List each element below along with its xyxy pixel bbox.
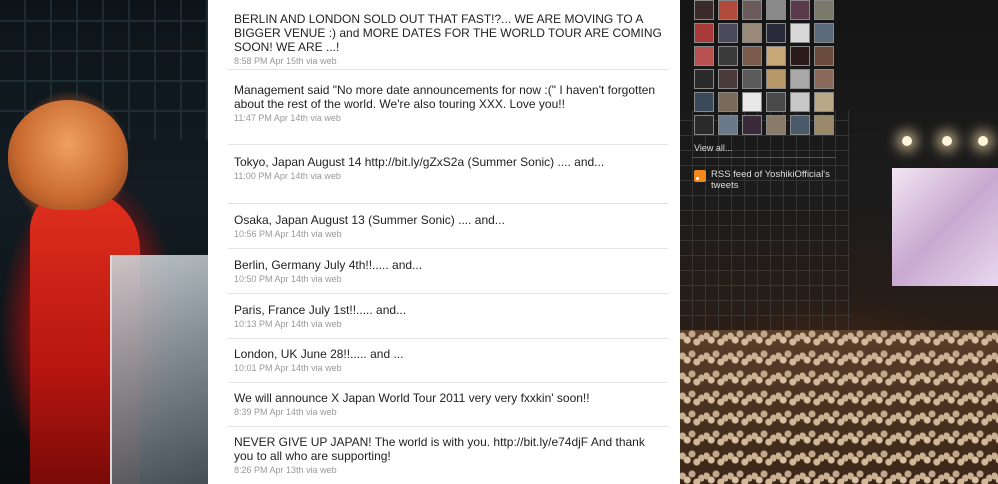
tweet-source: via web	[311, 229, 342, 239]
follower-avatar[interactable]	[766, 92, 786, 112]
tweet-time-link[interactable]: 11:00 PM Apr 14th	[234, 171, 308, 181]
follower-avatar[interactable]	[766, 69, 786, 89]
follower-avatar[interactable]	[718, 23, 738, 43]
tweet-meta: 10:56 PM Apr 14th via web	[234, 229, 664, 239]
tweet-text: NEVER GIVE UP JAPAN! The world is with y…	[234, 435, 645, 463]
follower-avatar[interactable]	[718, 115, 738, 135]
follower-avatar[interactable]	[814, 23, 834, 43]
follower-avatar[interactable]	[790, 92, 810, 112]
follower-avatar[interactable]	[694, 115, 714, 135]
tweet-meta: 10:50 PM Apr 14th via web	[234, 274, 664, 284]
background-stage-light	[902, 136, 912, 146]
tweet-time-link[interactable]: 8:39 PM Apr 14th	[234, 407, 304, 417]
follower-avatar[interactable]	[766, 115, 786, 135]
tweet-item: We will announce X Japan World Tour 2011…	[228, 391, 668, 427]
follower-avatar[interactable]	[742, 0, 762, 20]
follower-avatar[interactable]	[814, 115, 834, 135]
tweet-text: Berlin, Germany July 4th!!..... and...	[234, 258, 423, 272]
tweet-meta: 8:58 PM Apr 15th via web	[234, 56, 664, 66]
tweet-item: London, UK June 28!!..... and ... 10:01 …	[228, 347, 668, 383]
tweet-source: via web	[306, 465, 337, 475]
follower-avatar[interactable]	[694, 46, 714, 66]
follower-avatar[interactable]	[790, 115, 810, 135]
follower-avatar[interactable]	[766, 46, 786, 66]
follower-avatar[interactable]	[694, 0, 714, 20]
following-sidebar: View all... RSS feed of YoshikiOfficial'…	[692, 0, 842, 200]
tweet-meta: 8:26 PM Apr 13th via web	[234, 465, 664, 475]
follower-avatar[interactable]	[742, 115, 762, 135]
follower-avatar[interactable]	[694, 23, 714, 43]
tweet-source: via web	[306, 407, 337, 417]
tweet-time-link[interactable]: 8:58 PM Apr 15th	[234, 56, 304, 66]
background-stage-light	[942, 136, 952, 146]
tweet-time-link[interactable]: 11:47 PM Apr 14th	[234, 113, 308, 123]
tweet-source: via web	[306, 56, 337, 66]
tweet-item: NEVER GIVE UP JAPAN! The world is with y…	[228, 435, 668, 484]
tweet-source: via web	[310, 171, 341, 181]
follower-avatar[interactable]	[814, 46, 834, 66]
follower-avatar[interactable]	[790, 69, 810, 89]
tweet-meta: 11:47 PM Apr 14th via web	[234, 113, 664, 123]
tweet-text: Tokyo, Japan August 14 http://bit.ly/gZx…	[234, 155, 605, 169]
follower-avatar[interactable]	[814, 92, 834, 112]
tweet-item: BERLIN AND LONDON SOLD OUT THAT FAST!?..…	[228, 12, 668, 70]
tweet-time-link[interactable]: 10:01 PM Apr 14th	[234, 363, 309, 373]
follower-avatar[interactable]	[766, 23, 786, 43]
tweet-item: Osaka, Japan August 13 (Summer Sonic) ..…	[228, 213, 668, 249]
follower-avatar[interactable]	[814, 0, 834, 20]
rss-feed-label[interactable]: RSS feed of YoshikiOfficial's tweets	[711, 169, 841, 191]
tweet-text: We will announce X Japan World Tour 2011…	[234, 391, 590, 405]
follower-avatar[interactable]	[766, 0, 786, 20]
tweet-source: via web	[311, 274, 342, 284]
follower-avatar[interactable]	[694, 92, 714, 112]
follower-avatar[interactable]	[742, 23, 762, 43]
background-piano	[110, 255, 208, 484]
follower-avatar[interactable]	[790, 46, 810, 66]
follower-avatar[interactable]	[718, 46, 738, 66]
follower-avatar[interactable]	[718, 69, 738, 89]
tweet-time-link[interactable]: 8:26 PM Apr 13th	[234, 465, 304, 475]
tweet-time-link[interactable]: 10:56 PM Apr 14th	[234, 229, 309, 239]
tweet-source: via web	[311, 363, 342, 373]
follower-avatar[interactable]	[790, 23, 810, 43]
tweet-item: Tokyo, Japan August 14 http://bit.ly/gZx…	[228, 155, 668, 204]
rss-icon	[694, 170, 706, 182]
tweet-meta: 11:00 PM Apr 14th via web	[234, 171, 664, 181]
follower-avatar[interactable]	[790, 0, 810, 20]
tweet-item: Berlin, Germany July 4th!!..... and... 1…	[228, 258, 668, 294]
tweet-timeline: BERLIN AND LONDON SOLD OUT THAT FAST!?..…	[208, 0, 680, 484]
follower-avatar[interactable]	[694, 69, 714, 89]
background-stage-screen	[892, 168, 998, 286]
sidebar-divider	[692, 157, 836, 158]
follower-avatar[interactable]	[742, 92, 762, 112]
following-avatar-grid	[694, 0, 834, 135]
tweet-text: Management said "No more date announceme…	[234, 83, 656, 111]
tweet-meta: 8:39 PM Apr 14th via web	[234, 407, 664, 417]
view-all-link[interactable]: View all...	[694, 143, 732, 153]
follower-avatar[interactable]	[718, 0, 738, 20]
follower-avatar[interactable]	[742, 46, 762, 66]
tweet-meta: 10:13 PM Apr 14th via web	[234, 319, 664, 329]
tweet-time-link[interactable]: 10:50 PM Apr 14th	[234, 274, 309, 284]
background-crowd	[680, 330, 998, 484]
follower-avatar[interactable]	[718, 92, 738, 112]
tweet-text: BERLIN AND LONDON SOLD OUT THAT FAST!?..…	[234, 12, 662, 54]
background-performer-hair	[8, 100, 128, 210]
follower-avatar[interactable]	[814, 69, 834, 89]
tweet-source: via web	[310, 113, 341, 123]
tweet-text: London, UK June 28!!..... and ...	[234, 347, 404, 361]
tweet-text: Osaka, Japan August 13 (Summer Sonic) ..…	[234, 213, 505, 227]
tweet-item: Paris, France July 1st!!..... and... 10:…	[228, 303, 668, 339]
tweet-text: Paris, France July 1st!!..... and...	[234, 303, 407, 317]
tweet-source: via web	[311, 319, 342, 329]
background-photo-left	[0, 0, 208, 484]
tweet-item: Management said "No more date announceme…	[228, 83, 668, 145]
background-stage-light	[978, 136, 988, 146]
tweet-time-link[interactable]: 10:13 PM Apr 14th	[234, 319, 309, 329]
tweet-meta: 10:01 PM Apr 14th via web	[234, 363, 664, 373]
follower-avatar[interactable]	[742, 69, 762, 89]
